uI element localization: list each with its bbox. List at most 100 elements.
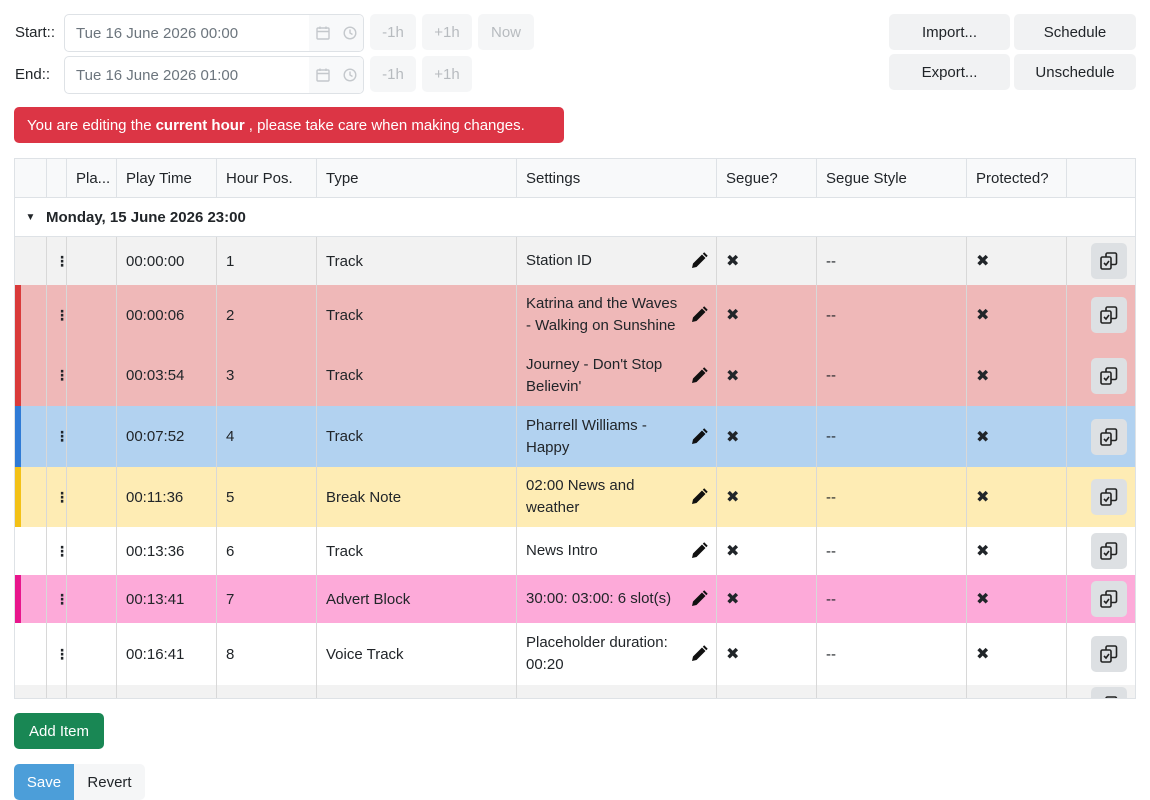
header-segue-style[interactable]: Segue Style [817,159,967,198]
copy-row-button[interactable] [1091,533,1127,569]
pencil-icon[interactable] [690,542,708,560]
type-value: Advert Block [326,590,411,608]
pencil-icon[interactable] [690,366,708,385]
header-segue[interactable]: Segue? [717,159,817,198]
clock-icon[interactable] [336,15,363,51]
start-plus-hour-button[interactable]: +1h [422,14,472,50]
header-protected[interactable]: Protected? [967,159,1067,198]
drag-handle-icon[interactable]: ⋮ [55,591,66,608]
revert-button[interactable]: Revert [74,764,145,800]
unschedule-button[interactable]: Unschedule [1014,54,1136,90]
header-hour-pos[interactable]: Hour Pos. [217,159,317,198]
end-plus-hour-button[interactable]: +1h [422,56,472,92]
row-drag-cell[interactable]: ⋮ [47,527,67,575]
pencil-icon[interactable] [690,488,708,506]
copy-row-button[interactable] [1091,687,1127,698]
row-drag-cell[interactable]: ⋮ [47,575,67,623]
x-mark-icon: ✖ [726,428,740,446]
row-select-cell[interactable] [15,237,47,285]
row-select-cell[interactable] [15,685,47,698]
row-select-cell[interactable] [15,623,47,685]
table-row[interactable]: ⋮ 00:00:06 2 Track Katrina and the Waves - W… [15,285,1135,345]
clock-icon[interactable] [336,57,363,93]
row-select-cell[interactable] [15,406,47,467]
copy-icon [1099,487,1119,507]
row-settings-cell [517,685,717,698]
row-drag-cell[interactable]: ⋮ [47,285,67,345]
drag-handle-icon[interactable]: ⋮ [55,367,66,384]
header-settings[interactable]: Settings [517,159,717,198]
row-segue-style-cell [817,685,967,698]
hour-group-header[interactable]: ▼ Monday, 15 June 2026 23:00 [15,198,1135,237]
row-select-cell[interactable] [15,575,47,623]
drag-handle-icon[interactable]: ⋮ [55,307,66,324]
pencil-icon[interactable] [690,306,708,324]
copy-row-button[interactable] [1091,479,1127,515]
end-minus-hour-button[interactable]: -1h [370,56,416,92]
header-play-time[interactable]: Play Time [117,159,217,198]
now-button[interactable]: Now [478,14,534,50]
pencil-icon[interactable] [690,427,708,446]
row-play-time-cell: 00:03:54 [117,345,217,406]
pencil-icon[interactable] [690,590,708,608]
copy-row-button[interactable] [1091,357,1127,394]
end-datetime-input[interactable]: Tue 16 June 2026 01:00 [64,56,364,94]
row-hour-pos-cell: 8 [217,623,317,685]
row-select-cell[interactable] [15,467,47,527]
row-settings-cell: Katrina and the Waves - Walking on Sunsh… [517,285,717,345]
start-minus-hour-button[interactable]: -1h [370,14,416,50]
row-protected-cell: ✖ [967,467,1067,527]
table-row[interactable]: ⋮ 00:07:52 4 Track Pharrell Williams - Happy… [15,406,1135,467]
copy-row-button[interactable] [1091,636,1127,672]
table-row[interactable]: ⋮ 00:13:41 7 Advert Block 30:00: 03:00: 6 sl… [15,575,1135,623]
start-datetime-input[interactable]: Tue 16 June 2026 00:00 [64,14,364,52]
save-button[interactable]: Save [14,764,74,800]
drag-handle-icon[interactable]: ⋮ [55,253,66,270]
row-segue-style-cell: -- [817,345,967,406]
segue-style-value: -- [826,590,836,608]
play-time-value: 00:13:36 [126,542,185,560]
copy-row-button[interactable] [1091,581,1127,617]
table-row[interactable]: ⋮ 00:11:36 5 Break Note 02:00 News and weath… [15,467,1135,527]
row-drag-cell[interactable]: ⋮ [47,467,67,527]
header-select[interactable] [15,159,47,198]
table-row[interactable]: ⋮ 00:03:54 3 Track Journey - Don't Stop Beli… [15,345,1135,406]
copy-row-button[interactable] [1091,243,1127,279]
type-value: Voice Track [326,645,404,663]
calendar-icon[interactable] [309,15,336,51]
drag-handle-icon[interactable]: ⋮ [55,428,66,445]
export-button[interactable]: Export... [889,54,1010,90]
drag-handle-icon[interactable]: ⋮ [55,489,66,506]
header-played[interactable]: Pla... [67,159,117,198]
table-row[interactable]: ⋮ 00:13:36 6 Track News Intro ✖ -- ✖ [15,527,1135,575]
row-select-cell[interactable] [15,527,47,575]
copy-row-button[interactable] [1091,297,1127,333]
row-drag-cell[interactable]: ⋮ [47,623,67,685]
row-drag-cell[interactable]: ⋮ [47,237,67,285]
type-value: Track [326,252,363,270]
copy-icon [1099,427,1119,447]
segue-style-value: -- [826,542,836,560]
pencil-icon[interactable] [690,645,708,663]
row-select-cell[interactable] [15,285,47,345]
table-row[interactable]: ⋮ 00:16:41 8 Voice Track Placeholder duratio… [15,623,1135,685]
import-button[interactable]: Import... [889,14,1010,50]
schedule-button[interactable]: Schedule [1014,14,1136,50]
table-row[interactable] [15,685,1135,698]
row-select-cell[interactable] [15,345,47,406]
row-played-cell [67,467,117,527]
calendar-icon[interactable] [309,57,336,93]
row-drag-cell[interactable]: ⋮ [47,406,67,467]
copy-row-button[interactable] [1091,418,1127,455]
drag-handle-icon[interactable]: ⋮ [55,646,66,663]
row-segue-cell: ✖ [717,406,817,467]
row-play-time-cell: 00:16:41 [117,623,217,685]
table-row[interactable]: ⋮ 00:00:00 1 Track Station ID ✖ -- ✖ [15,237,1135,285]
row-drag-cell[interactable]: ⋮ [47,345,67,406]
caret-down-icon[interactable]: ▼ [15,212,46,223]
row-drag-cell[interactable] [47,685,67,698]
drag-handle-icon[interactable]: ⋮ [55,543,66,560]
add-item-button[interactable]: Add Item [14,713,104,749]
pencil-icon[interactable] [690,252,708,270]
header-type[interactable]: Type [317,159,517,198]
